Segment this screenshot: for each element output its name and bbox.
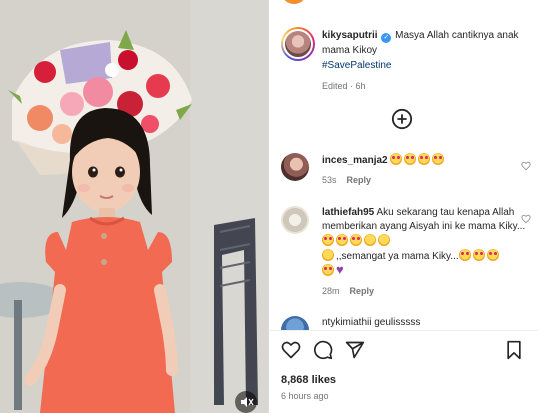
caption-username[interactable]: kikysaputrii	[322, 30, 378, 41]
reply-button[interactable]: Reply	[347, 173, 372, 187]
caption-hashtag[interactable]: #SavePalestine	[322, 60, 392, 71]
heart-eyes-emoji	[404, 153, 417, 165]
bookmark-icon[interactable]	[504, 340, 524, 360]
heart-eyes-emoji	[418, 153, 431, 165]
smiling-face-emoji	[378, 234, 390, 246]
add-circle-icon[interactable]	[391, 108, 413, 130]
heart-eyes-emoji	[486, 249, 499, 261]
heart-eyes-emoji	[432, 153, 445, 165]
comment-username[interactable]: ntykimiathii	[322, 317, 371, 328]
heart-eyes-emoji	[322, 264, 334, 276]
comment-like-heart-icon[interactable]	[521, 214, 531, 224]
comment-text: geulisssss	[374, 317, 421, 328]
comment-username[interactable]: lathiefah95	[322, 207, 374, 218]
caption-edited: Edited	[322, 81, 348, 91]
likes-count[interactable]: 8,868 likes	[281, 374, 336, 386]
heart-eyes-emoji	[350, 234, 362, 246]
comment-age[interactable]: 28m	[322, 284, 340, 298]
heart-eyes-emoji	[390, 153, 403, 165]
comment-text-2: ,,semangat ya mama Kiky...	[336, 251, 459, 262]
comment-age[interactable]: 53s	[322, 173, 337, 187]
comment-avatar[interactable]	[281, 153, 309, 181]
heart-eyes-emoji	[458, 249, 471, 261]
heart-icon[interactable]	[281, 340, 301, 360]
reply-button[interactable]: Reply	[350, 284, 375, 298]
share-icon[interactable]	[345, 340, 365, 360]
previous-avatar	[281, 0, 307, 4]
comment-avatar[interactable]	[281, 206, 309, 234]
caption-avatar-photo	[283, 29, 313, 59]
heart-eyes-emoji	[336, 234, 348, 246]
video-frame-illustration	[0, 0, 268, 413]
comment-like-heart-icon[interactable]	[521, 161, 531, 171]
heart-eyes-emoji	[322, 234, 334, 246]
mute-icon	[235, 391, 257, 413]
smiling-face-emoji	[364, 234, 376, 246]
post-action-bar: 8,868 likes 6 hours ago	[269, 330, 538, 413]
purple-heart-emoji	[336, 264, 348, 276]
comment-icon[interactable]	[313, 340, 333, 360]
caption-age[interactable]: 6h	[356, 81, 366, 91]
heart-eyes-emoji	[472, 249, 485, 261]
post-video[interactable]	[0, 0, 268, 413]
smiling-face-emoji	[322, 249, 334, 261]
verified-badge-icon: ✓	[381, 33, 392, 43]
comment-username[interactable]: inces_manja2	[322, 155, 388, 166]
comments-panel[interactable]: kikysaputrii ✓ Masya Allah cantiknya ana…	[269, 0, 538, 413]
post-timestamp[interactable]: 6 hours ago	[281, 391, 329, 401]
